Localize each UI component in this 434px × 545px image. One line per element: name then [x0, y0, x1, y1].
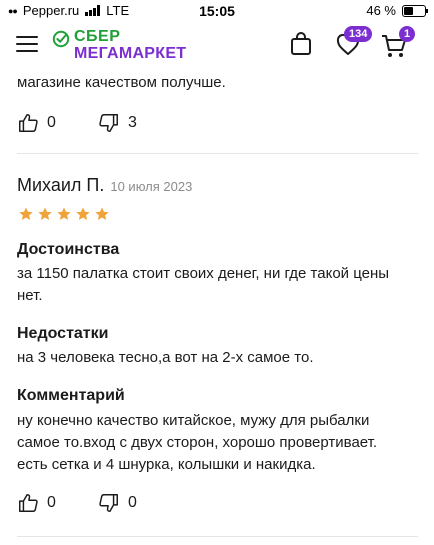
- review-date: 10 июля 2023: [110, 179, 193, 194]
- shopping-bag-icon: [291, 32, 311, 55]
- star-icon: [38, 207, 52, 220]
- review-author: Михаил П. 10 июля 2023: [17, 175, 192, 196]
- comment-text: ну конечно качество китайское, мужу для …: [17, 410, 377, 476]
- comment-line: есть сетка и 4 шнурка, колышки и накидка…: [17, 456, 316, 473]
- cons-line: на 3 человека тесно,а вот на 2-х самое т…: [17, 349, 314, 366]
- like-button[interactable]: 0: [17, 492, 56, 514]
- thumbs-down-icon: [99, 494, 118, 512]
- star-icon: [19, 207, 33, 220]
- favorites-button[interactable]: 134: [336, 26, 373, 61]
- previous-review-text: магазине качеством получше.: [17, 74, 226, 91]
- previous-dislike-count: 3: [128, 114, 137, 131]
- battery-icon: [402, 4, 428, 17]
- review-divider: [17, 536, 418, 537]
- sber-logo-icon: [52, 30, 70, 48]
- pros-title: Достоинства: [17, 241, 120, 258]
- comment-line: ну конечно качество китайское, мужу для …: [17, 412, 370, 429]
- menu-icon[interactable]: [16, 36, 38, 52]
- pros-line: за 1150 палатка стоит своих денег, ни гд…: [17, 265, 390, 282]
- app-header: СБЕР МЕГАМАРКЕТ 134 1: [0, 22, 434, 68]
- star-icon: [76, 207, 90, 220]
- logo[interactable]: СБЕР МЕГАМАРКЕТ: [52, 28, 192, 64]
- review-divider: [17, 153, 418, 154]
- thumbs-up-icon: [19, 494, 38, 512]
- previous-dislike-button[interactable]: 3: [98, 112, 137, 134]
- cons-text: на 3 человека тесно,а вот на 2-х самое т…: [17, 347, 313, 369]
- pros-text: за 1150 палатка стоит своих денег, ни гд…: [17, 263, 389, 307]
- author-name: Михаил П.: [17, 175, 105, 195]
- logo-top-text: СБЕР: [74, 28, 121, 45]
- dislike-button[interactable]: 0: [98, 492, 137, 514]
- cart-badge: 1: [399, 26, 416, 42]
- thumbs-up-icon: [19, 114, 38, 132]
- star-icon: [95, 207, 109, 220]
- previous-like-button[interactable]: 0: [17, 112, 56, 134]
- cart-button[interactable]: 1: [381, 26, 416, 63]
- star-icon: [57, 207, 71, 220]
- favorites-badge: 134: [344, 26, 373, 42]
- status-bar: ●● Pepper.ru LTE 15:05 46 %: [0, 0, 434, 22]
- rating-stars: [18, 206, 110, 222]
- pros-line: нет.: [17, 287, 43, 304]
- dislike-count: 0: [128, 494, 137, 511]
- comment-line: самое то.вход с двух сторон, хорошо пров…: [17, 434, 377, 451]
- like-count: 0: [47, 494, 56, 511]
- cons-title: Недостатки: [17, 325, 109, 342]
- battery-percent: 46 %: [366, 3, 396, 18]
- shopping-bag-button[interactable]: [290, 32, 312, 61]
- thumbs-down-icon: [99, 114, 118, 132]
- previous-like-count: 0: [47, 114, 56, 131]
- logo-bottom-text: МЕГАМАРКЕТ: [74, 45, 187, 62]
- comment-title: Комментарий: [17, 387, 125, 404]
